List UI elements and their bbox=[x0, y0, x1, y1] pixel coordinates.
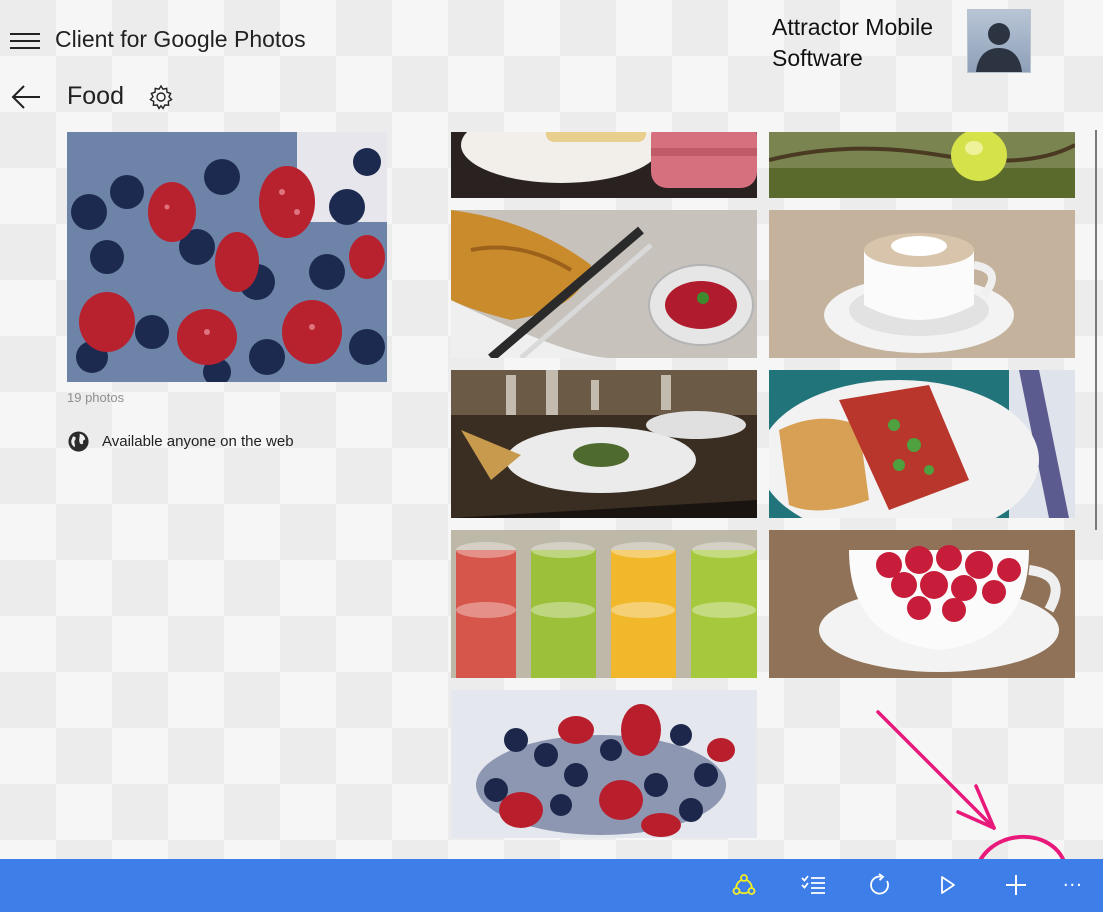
app-title: Client for Google Photos bbox=[55, 26, 306, 52]
photo-count: 19 photos bbox=[67, 390, 125, 405]
photo-tile-macarons[interactable] bbox=[451, 132, 757, 198]
select-icon bbox=[801, 875, 825, 894]
refresh-button[interactable] bbox=[862, 867, 898, 903]
photo-tile-croissant[interactable] bbox=[451, 210, 757, 358]
photo-tile-restaurant[interactable] bbox=[451, 370, 757, 518]
album-title: Food bbox=[67, 82, 124, 110]
back-arrow-icon[interactable] bbox=[10, 83, 42, 111]
user-silhouette-icon bbox=[976, 23, 1022, 72]
globe-icon bbox=[68, 431, 89, 452]
add-icon bbox=[1006, 875, 1026, 895]
settings-gear-icon[interactable] bbox=[148, 84, 174, 110]
add-button[interactable] bbox=[998, 867, 1034, 903]
user-name[interactable]: Attractor Mobile Software bbox=[772, 12, 962, 74]
photo-tile-cappuccino[interactable] bbox=[769, 210, 1075, 358]
more-options-button[interactable]: ... bbox=[1063, 869, 1089, 899]
avatar[interactable] bbox=[967, 9, 1031, 73]
photo-tile-toast-salad[interactable] bbox=[769, 370, 1075, 518]
scrollbar[interactable] bbox=[1093, 130, 1099, 860]
sharing-status: Available anyone on the web bbox=[67, 430, 294, 453]
share-button[interactable] bbox=[726, 867, 762, 903]
photo-tile-smoothies[interactable] bbox=[451, 530, 757, 678]
scrollbar-thumb[interactable] bbox=[1095, 130, 1097, 530]
sharing-status-label: Available anyone on the web bbox=[102, 433, 294, 450]
slideshow-button[interactable] bbox=[930, 867, 966, 903]
select-button[interactable] bbox=[795, 867, 831, 903]
photo-tile-apple[interactable] bbox=[769, 132, 1075, 198]
refresh-icon bbox=[870, 873, 889, 895]
share-icon bbox=[732, 874, 756, 895]
album-cover-photo[interactable] bbox=[67, 132, 387, 382]
photo-tile-berries[interactable] bbox=[451, 690, 757, 838]
photo-tile-raspberries[interactable] bbox=[769, 530, 1075, 678]
app-header: Client for Google Photos Attractor Mobil… bbox=[0, 0, 1103, 130]
photo-grid bbox=[451, 132, 1076, 859]
play-icon bbox=[941, 876, 955, 894]
command-bar: ... bbox=[0, 859, 1103, 912]
hamburger-menu-icon[interactable] bbox=[10, 30, 40, 52]
